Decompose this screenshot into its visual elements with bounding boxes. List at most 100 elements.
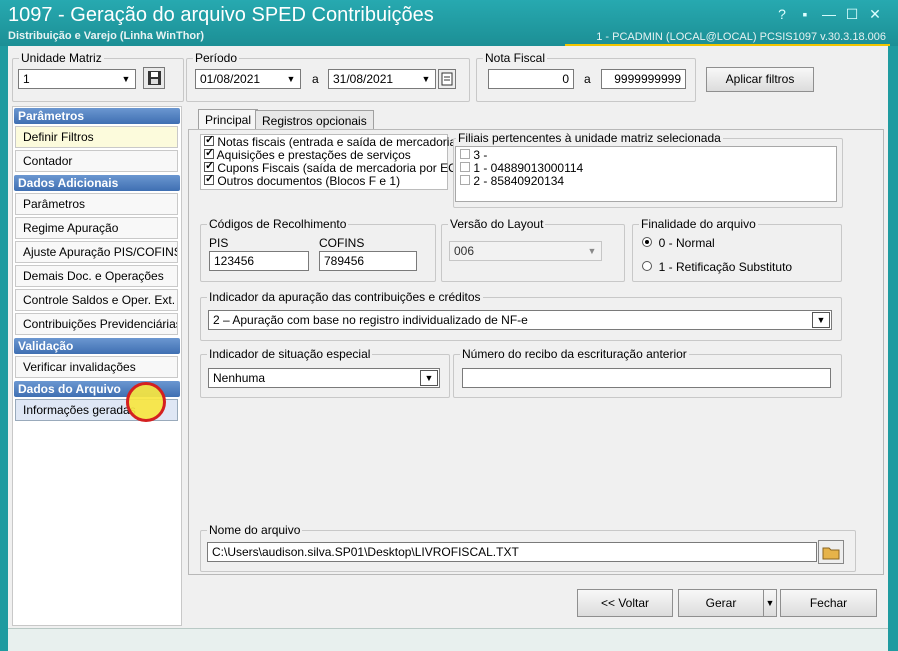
document-row[interactable]: Notas fiscais (entrada e saída de mercad… [204,133,461,149]
finalidade-option-normal[interactable]: 0 - Normal [642,236,715,250]
sidebar-item-demais-doc[interactable]: Demais Doc. e Operações [15,265,178,287]
calendar-button[interactable] [438,69,456,89]
versao-value: 006 [454,244,475,258]
indicador-situacao-select[interactable]: Nenhuma ▼ [208,368,440,388]
document-label: Cupons Fiscais (saída de mercadoria por … [217,161,469,175]
close-button[interactable]: ✕ [866,6,884,22]
checkbox-checked-icon[interactable] [204,159,214,172]
finalidade-label: Finalidade do arquivo [639,217,758,231]
chevron-down-icon: ▼ [118,71,134,87]
filial-row[interactable]: 3 - [460,148,487,162]
floppy-icon [148,71,161,85]
status-bar [8,628,888,651]
checkbox-checked-icon[interactable] [204,172,214,185]
finalidade-option-label: 1 - Retificação Substituto [658,260,793,274]
sidebar-header-validacao[interactable]: Validação [14,338,180,354]
indicador-situacao-label: Indicador de situação especial [207,347,373,361]
recibo-field[interactable] [462,368,831,388]
filial-label: 2 - 85840920134 [473,174,565,188]
checkbox-unchecked-icon[interactable] [460,162,470,172]
indicador-apuracao-select[interactable]: 2 – Apuração com base no registro indivi… [208,310,832,330]
radio-selected-icon[interactable] [642,237,652,247]
sidebar-header-dados-adicionais[interactable]: Dados Adicionais [14,175,180,191]
filial-row[interactable]: 1 - 04889013000114 [460,161,583,175]
sidebar-item-contador[interactable]: Contador [15,150,178,172]
fechar-button[interactable]: Fechar [780,589,877,617]
sidebar-item-verificar-invalidacoes[interactable]: Verificar invalidações [15,356,178,378]
document-row[interactable]: Cupons Fiscais (saída de mercadoria por … [204,159,469,175]
document-row[interactable]: Outros documentos (Blocos F e 1) [204,172,401,188]
cofins-label: COFINS [319,236,365,250]
radio-unselected-icon[interactable] [642,261,652,271]
chevron-down-icon: ▼ [584,243,600,259]
chevron-down-icon: ▼ [420,370,438,386]
finalidade-option-label: 0 - Normal [658,236,715,250]
maximize-button[interactable]: ☐ [843,6,861,22]
calendar-icon [441,72,453,86]
cofins-field[interactable]: 789456 [319,251,417,271]
checkbox-unchecked-icon[interactable] [460,149,470,159]
checkbox-checked-icon[interactable] [204,133,214,146]
checkbox-checked-icon[interactable] [204,146,214,159]
unidade-matriz-label: Unidade Matriz [19,51,104,65]
arquivo-label: Nome do arquivo [207,523,303,537]
filiais-label: Filiais pertencentes à unidade matriz se… [456,131,723,145]
periodo-separator: a [312,72,319,86]
browse-button[interactable] [818,540,844,564]
window-subtitle: Distribuição e Varejo (Linha WinThor) [8,30,205,42]
minimize-button[interactable]: — [820,6,838,22]
periodo-end-field[interactable]: 31/08/2021 ▼ [328,69,436,89]
nota-fiscal-label: Nota Fiscal [483,51,548,65]
unidade-matriz-select[interactable]: 1 ▼ [18,69,136,89]
tab-principal[interactable]: Principal [198,109,259,130]
apply-filters-button[interactable]: Aplicar filtros [706,67,814,92]
folder-icon [822,547,840,560]
finalidade-option-retificacao[interactable]: 1 - Retificação Substituto [642,260,792,274]
codigos-label: Códigos de Recolhimento [207,217,349,231]
filial-label: 3 - [473,148,488,162]
periodo-start-field[interactable]: 01/08/2021 ▼ [195,69,301,89]
versao-label: Versão do Layout [448,217,546,231]
indicador-situacao-value: Nenhuma [213,371,266,385]
save-button[interactable] [143,67,165,89]
sidebar-item-regime-apuracao[interactable]: Regime Apuração [15,217,178,239]
pis-label: PIS [209,236,229,250]
calendar-dropdown-icon[interactable]: ▼ [283,71,299,87]
unidade-matriz-value: 1 [23,72,30,86]
filial-label: 1 - 04889013000114 [473,161,584,175]
window-title: 1097 - Geração do arquivo SPED Contribui… [8,4,434,26]
document-row[interactable]: Aquisições e prestações de serviços [204,146,411,162]
sidebar-item-controle-saldos[interactable]: Controle Saldos e Oper. Ext. [15,289,178,311]
periodo-label: Período [193,51,240,65]
arquivo-path-field[interactable]: C:\Users\audison.silva.SP01\Desktop\LIVR… [207,542,817,562]
chevron-down-icon: ▼ [812,312,830,328]
sidebar-item-contribuicoes[interactable]: Contribuições Previdenciárias [15,313,178,335]
periodo-end-value: 31/08/2021 [333,72,394,86]
nota-fiscal-from-field[interactable]: 0 [488,69,574,89]
recibo-label: Número do recibo da escrituração anterio… [460,347,689,361]
indicador-apuracao-label: Indicador da apuração das contribuições … [207,290,483,304]
checkbox-unchecked-icon[interactable] [460,175,470,185]
indicador-apuracao-value: 2 – Apuração com base no registro indivi… [213,313,528,327]
tab-registros-opcionais[interactable]: Registros opcionais [255,110,374,130]
sidebar-header-parametros[interactable]: Parâmetros [14,108,180,124]
session-info: 1 - PCADMIN (LOCAL@LOCAL) PCSIS1097 v.30… [596,31,886,43]
pis-field[interactable]: 123456 [209,251,309,271]
gerar-options-button[interactable]: ▼ [763,589,777,617]
document-label: Notas fiscais (entrada e saída de mercad… [217,135,461,149]
nota-fiscal-to-field[interactable]: 9999999999 [601,69,686,89]
versao-select[interactable]: 006 ▼ [449,241,602,261]
pin-button[interactable]: ▪ [796,6,814,22]
sidebar-item-definir-filtros[interactable]: Definir Filtros [15,126,178,148]
click-indicator [126,382,166,422]
sidebar-item-ajuste-apuracao[interactable]: Ajuste Apuração PIS/COFINS [15,241,178,263]
periodo-start-value: 01/08/2021 [200,72,261,86]
nota-fiscal-separator: a [584,72,591,86]
sidebar-item-parametros[interactable]: Parâmetros [15,193,178,215]
filial-row[interactable]: 2 - 85840920134 [460,174,564,188]
help-button[interactable]: ? [773,6,791,22]
gerar-button[interactable]: Gerar [678,589,764,617]
voltar-button[interactable]: << Voltar [577,589,673,617]
calendar-dropdown-icon[interactable]: ▼ [418,71,434,87]
document-label: Outros documentos (Blocos F e 1) [217,174,401,188]
